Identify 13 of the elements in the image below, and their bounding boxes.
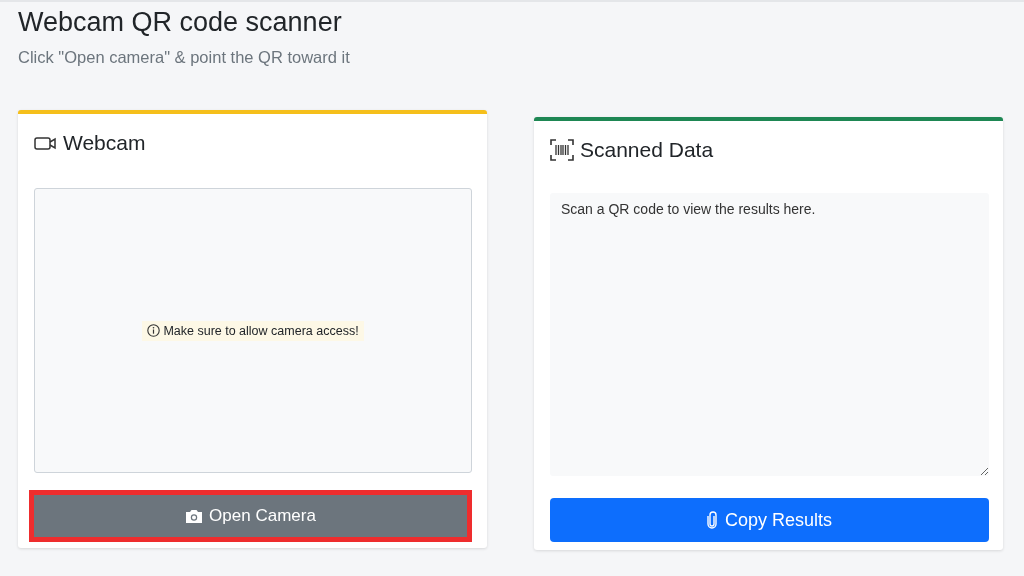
- copy-results-button[interactable]: Copy Results: [550, 498, 989, 542]
- card-title: Scanned Data: [580, 138, 714, 162]
- page-title: Webcam QR code scanner: [17, 6, 343, 38]
- info-icon: [147, 324, 161, 337]
- camera-notice: Make sure to allow camera access!: [142, 320, 364, 341]
- open-camera-button[interactable]: Open Camera: [34, 495, 467, 537]
- page-subtitle: Click "Open camera" & point the QR toward it: [17, 47, 351, 67]
- video-camera-icon: [34, 135, 57, 151]
- camera-icon: [185, 508, 204, 524]
- card-title: Webcam: [63, 131, 146, 155]
- results-field[interactable]: Scan a QR code to view the results here.: [550, 193, 989, 476]
- paperclip-icon: [706, 511, 717, 529]
- barcode-scan-icon: [550, 139, 574, 161]
